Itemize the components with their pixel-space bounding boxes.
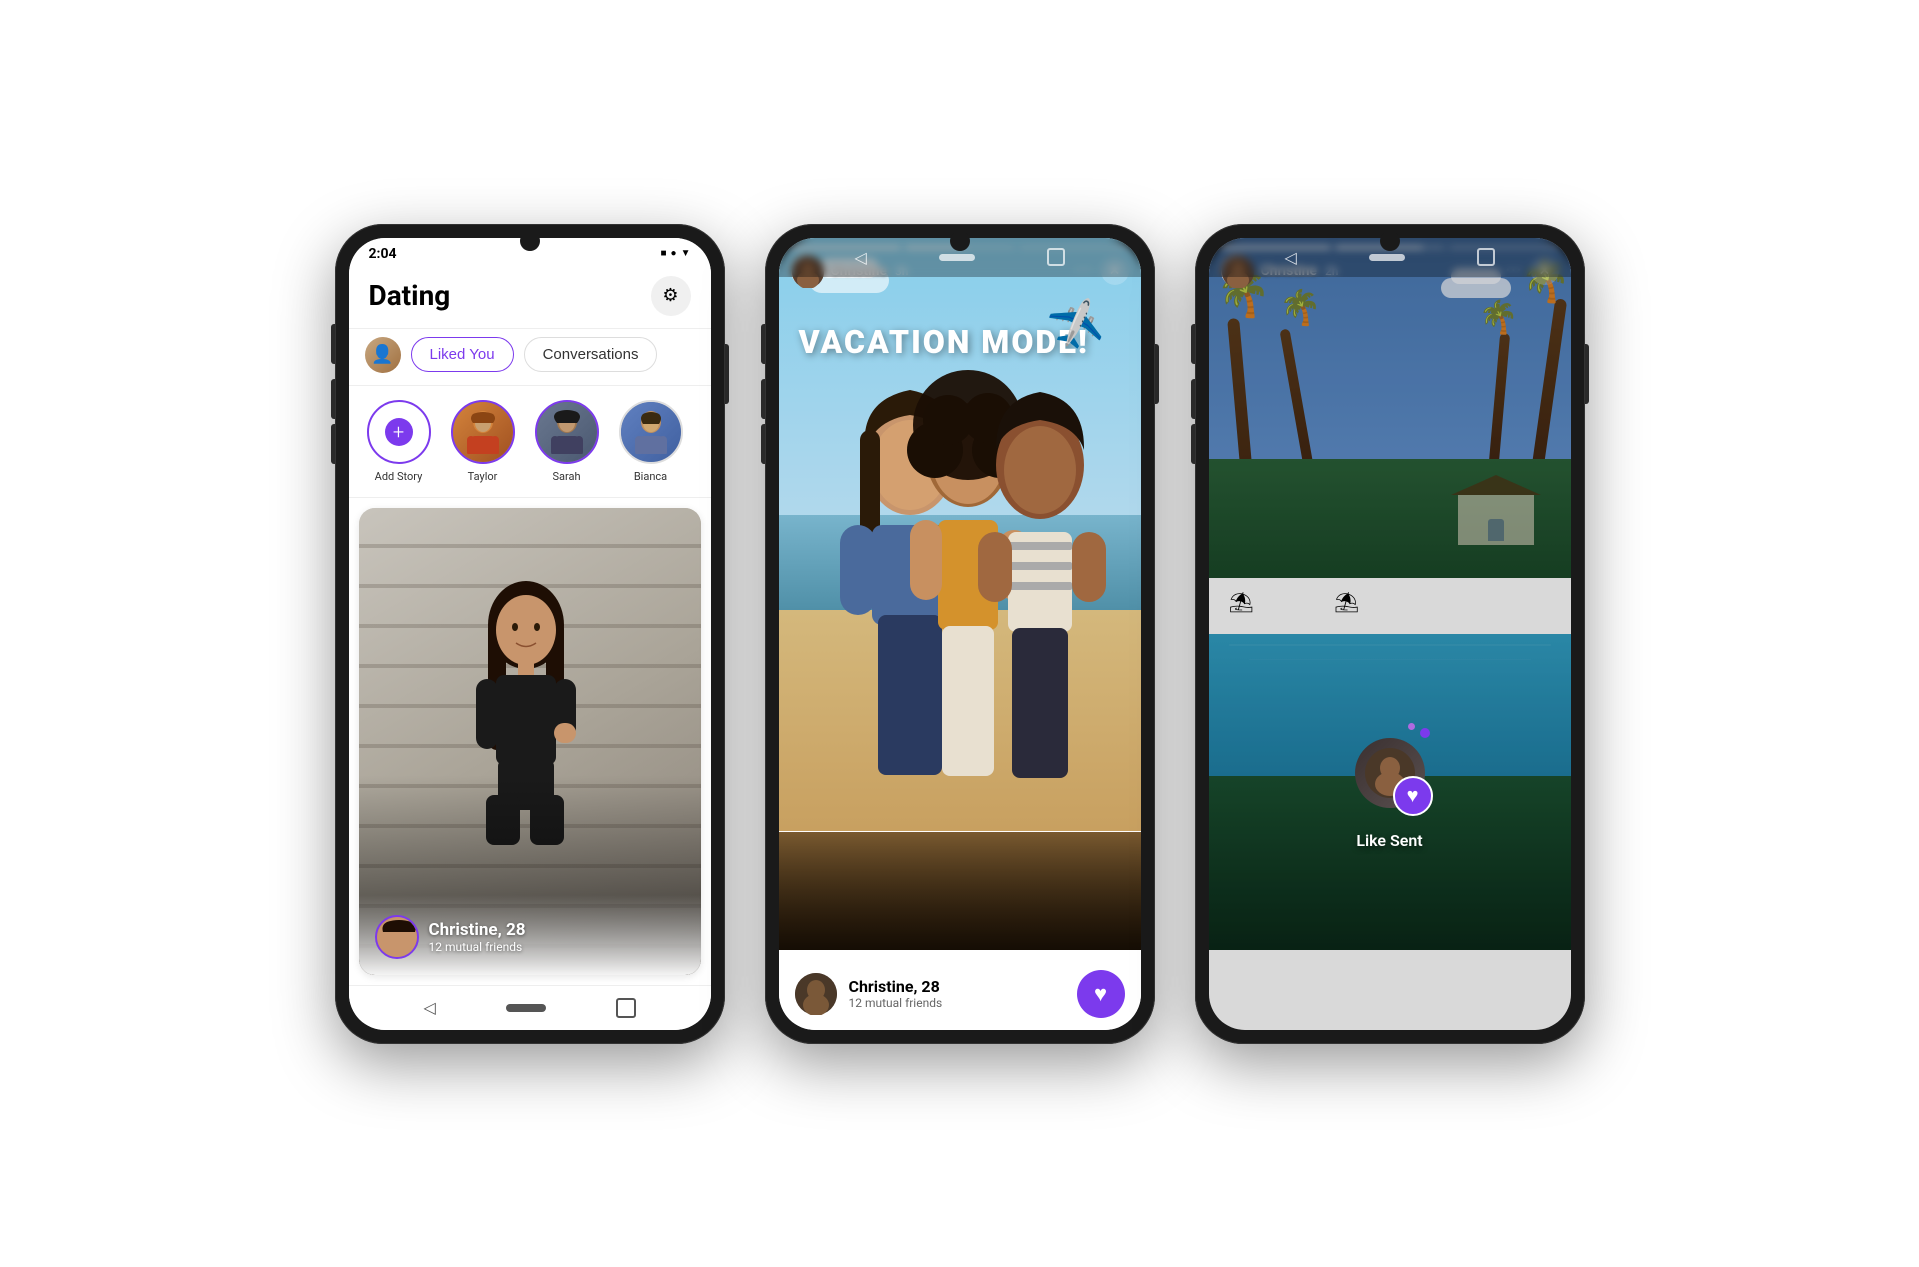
liked-you-tab[interactable]: Liked You	[411, 337, 514, 372]
phone-2: Christine 3h ··· ✕ VACATION MODE! ✈️	[765, 224, 1155, 1044]
heart-icon-2: ♥	[1094, 981, 1107, 1007]
like-dot-1	[1420, 728, 1430, 738]
story-mutual-friends-2: 12 mutual friends	[849, 996, 943, 1010]
phones-container: 2:04 ■ ● ▼ Dating ⚙ 👤 Liked You	[335, 224, 1585, 1044]
add-story-icon: +	[385, 418, 413, 446]
user-avatar-tab[interactable]: 👤	[365, 337, 401, 373]
like-sent-label: Like Sent	[1356, 831, 1422, 850]
camera-notch-3	[1380, 231, 1400, 251]
story-profile-name-2: Christine, 28	[849, 977, 943, 996]
conversations-tab[interactable]: Conversations	[524, 337, 658, 372]
story-bianca[interactable]: Bianca	[617, 400, 685, 483]
recent-button-1[interactable]	[616, 998, 636, 1018]
bianca-label: Bianca	[634, 470, 667, 483]
profile-info-bar: Christine, 28 12 mutual friends	[359, 895, 701, 975]
sarah-label: Sarah	[552, 470, 580, 483]
home-button-1[interactable]	[506, 1004, 546, 1012]
sarah-avatar	[537, 402, 597, 462]
add-story-label: Add Story	[375, 470, 423, 483]
mutual-friends: 12 mutual friends	[429, 940, 526, 954]
story-fullscreen-3: 🌴 🌴 🌴 🌴	[1209, 238, 1571, 1030]
settings-button[interactable]: ⚙	[651, 276, 691, 316]
like-animation: ♥	[1340, 723, 1440, 823]
like-dot-2	[1408, 723, 1415, 730]
dating-header: Dating ⚙	[349, 266, 711, 329]
tabs-row: 👤 Liked You Conversations	[349, 329, 711, 386]
vacation-text: VACATION MODE!	[799, 323, 1089, 361]
taylor-avatar	[453, 402, 513, 462]
profile-mini-avatar	[375, 915, 419, 959]
story-content-2: VACATION MODE! ✈️	[779, 293, 1141, 662]
back-button-1[interactable]: ◁	[423, 998, 435, 1017]
story-profile-avatar-2	[795, 973, 837, 1015]
bottom-nav-1: ◁	[349, 985, 711, 1030]
profile-text-info: Christine, 28 12 mutual friends	[429, 920, 526, 954]
story-sarah[interactable]: Sarah	[533, 400, 601, 483]
gear-icon: ⚙	[662, 285, 678, 306]
bianca-avatar	[621, 402, 681, 462]
app-title: Dating	[369, 279, 451, 312]
like-avatar: ♥	[1355, 738, 1425, 808]
like-heart-icon: ♥	[1393, 776, 1433, 816]
profile-card[interactable]: Christine, 28 12 mutual friends	[359, 508, 701, 975]
stories-row: + Add Story	[349, 386, 711, 498]
taylor-label: Taylor	[468, 470, 498, 483]
add-story-item[interactable]: + Add Story	[365, 400, 433, 483]
story-overlay-2: Christine 3h ··· ✕ VACATION MODE! ✈️	[779, 238, 1141, 1030]
phone-1: 2:04 ■ ● ▼ Dating ⚙ 👤 Liked You	[335, 224, 725, 1044]
story-overlay-3: Christine 2h ··· ✕	[1209, 238, 1571, 1030]
phone-3: 🌴 🌴 🌴 🌴	[1195, 224, 1585, 1044]
camera-notch-2	[950, 231, 970, 251]
add-story-circle[interactable]: +	[367, 400, 431, 464]
like-sent-overlay: ♥ Like Sent	[1340, 723, 1440, 850]
profile-name: Christine, 28	[429, 920, 526, 940]
home-nav-3[interactable]	[1369, 254, 1405, 261]
camera-notch	[520, 231, 540, 251]
story-taylor[interactable]: Taylor	[449, 400, 517, 483]
like-button-2[interactable]: ♥	[1077, 970, 1125, 1018]
sarah-circle[interactable]	[535, 400, 599, 464]
bianca-circle[interactable]	[619, 400, 683, 464]
home-nav-2[interactable]	[939, 254, 975, 261]
story-bottom-2: Christine, 28 12 mutual friends ♥	[779, 958, 1141, 1030]
story-fullscreen-2: Christine 3h ··· ✕ VACATION MODE! ✈️	[779, 238, 1141, 1030]
story-profile-text-2: Christine, 28 12 mutual friends	[849, 977, 943, 1010]
taylor-circle[interactable]	[451, 400, 515, 464]
